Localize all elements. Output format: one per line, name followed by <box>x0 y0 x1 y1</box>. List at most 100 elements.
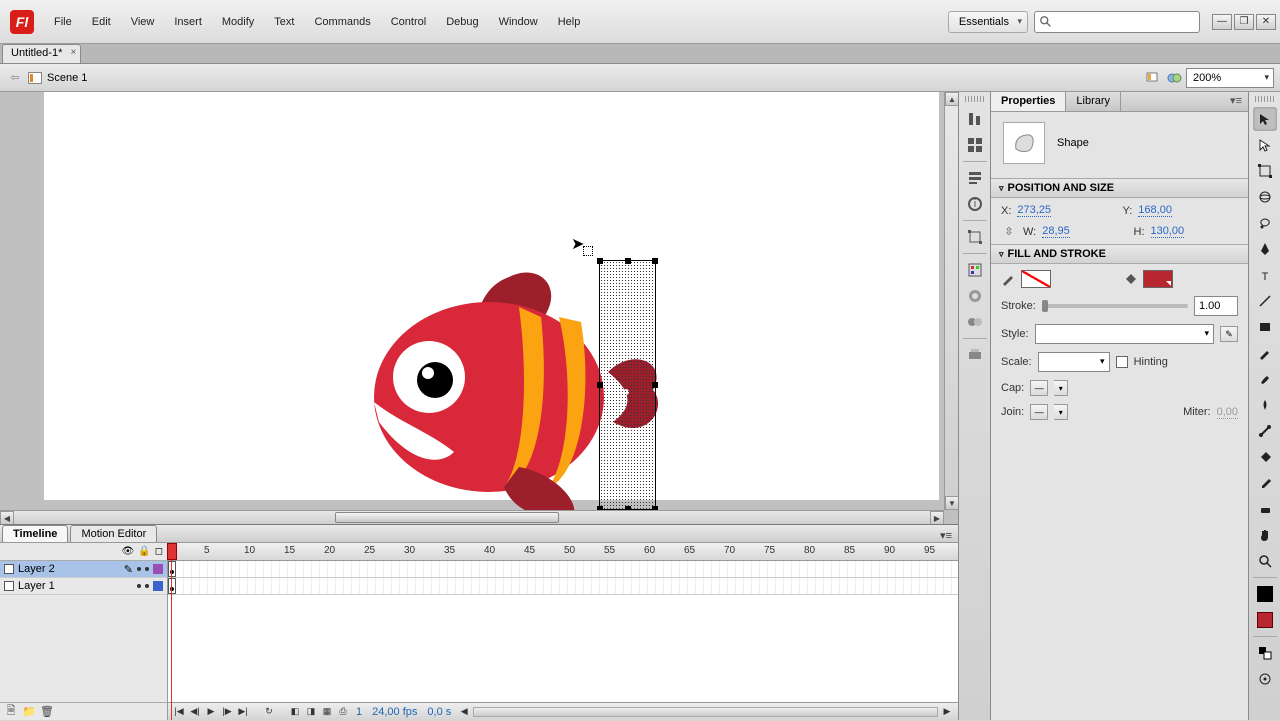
x-value[interactable]: 273,25 <box>1017 204 1051 217</box>
onion-edit-icon[interactable]: ⎙ <box>336 705 350 719</box>
tab-timeline[interactable]: Timeline <box>2 525 68 542</box>
horizontal-scrollbar[interactable]: ◀ ▶ <box>0 510 944 524</box>
join-menu[interactable]: ▾ <box>1054 404 1068 420</box>
eraser-tool-icon[interactable] <box>1253 497 1277 521</box>
lock-aspect-icon[interactable]: ⇳ <box>1001 225 1017 238</box>
scroll-left-icon[interactable]: ◀ <box>457 705 471 719</box>
resize-handle[interactable] <box>625 258 631 264</box>
edit-symbol-icon[interactable] <box>1164 67 1186 89</box>
brush-tool-icon[interactable] <box>1253 367 1277 391</box>
menu-text[interactable]: Text <box>264 6 304 38</box>
text-tool-icon[interactable]: T <box>1253 263 1277 287</box>
section-position-size[interactable]: POSITION AND SIZE <box>991 178 1248 198</box>
timeline-scrollbar[interactable] <box>473 707 938 717</box>
dock-grip[interactable] <box>965 96 985 102</box>
edit-style-icon[interactable]: ✎ <box>1220 326 1238 342</box>
zoom-select[interactable]: 200% <box>1186 68 1274 88</box>
stroke-value[interactable]: 1.00 <box>1194 296 1238 316</box>
panel-menu-icon[interactable]: ▾≡ <box>1224 92 1248 111</box>
align-panel-icon[interactable] <box>963 107 987 131</box>
fill-color-swatch[interactable] <box>1143 270 1173 288</box>
bone-tool-icon[interactable] <box>1253 419 1277 443</box>
selection-tool-icon[interactable] <box>1253 107 1277 131</box>
snap-icon[interactable] <box>1253 667 1277 691</box>
3d-rotation-tool-icon[interactable] <box>1253 185 1277 209</box>
hand-tool-icon[interactable] <box>1253 523 1277 547</box>
outline-header-icon[interactable]: ◻ <box>155 546 163 557</box>
hinting-checkbox[interactable] <box>1116 356 1128 368</box>
resize-handle[interactable] <box>652 382 658 388</box>
menu-view[interactable]: View <box>121 6 165 38</box>
vertical-scrollbar[interactable]: ▲ ▼ <box>944 92 958 510</box>
visibility-header-icon[interactable]: 👁 <box>122 546 135 557</box>
stroke-color-icon[interactable] <box>1253 582 1277 606</box>
layer-row[interactable]: Layer 1 <box>0 578 167 595</box>
onion-out-icon[interactable]: ◨ <box>304 705 318 719</box>
properties-panel-icon[interactable] <box>963 166 987 190</box>
frame-row[interactable] <box>168 578 958 595</box>
style-select[interactable] <box>1035 324 1214 344</box>
tab-library[interactable]: Library <box>1066 92 1121 111</box>
current-frame[interactable]: 1 <box>356 706 362 718</box>
cap-button[interactable]: — <box>1030 380 1048 396</box>
menu-commands[interactable]: Commands <box>304 6 380 38</box>
onion-mark-icon[interactable]: ▦ <box>320 705 334 719</box>
free-transform-tool-icon[interactable] <box>1253 159 1277 183</box>
zoom-tool-icon[interactable] <box>1253 549 1277 573</box>
stroke-slider[interactable] <box>1042 304 1188 308</box>
scene-back-icon[interactable]: ⇦ <box>6 69 24 87</box>
resize-handle[interactable] <box>597 382 603 388</box>
cap-menu[interactable]: ▾ <box>1054 380 1068 396</box>
resize-handle[interactable] <box>652 258 658 264</box>
layer-name[interactable]: Layer 1 <box>18 580 133 592</box>
step-fwd-icon[interactable]: |▶ <box>220 705 234 719</box>
w-value[interactable]: 28,95 <box>1042 225 1070 238</box>
playhead[interactable] <box>168 543 176 720</box>
y-value[interactable]: 168,00 <box>1138 204 1172 217</box>
frame-row[interactable] <box>168 561 958 578</box>
layer-name[interactable]: Layer 2 <box>18 563 120 575</box>
stage[interactable]: ➤ <box>44 92 939 500</box>
fill-color-icon[interactable] <box>1253 608 1277 632</box>
layer-color[interactable] <box>153 581 163 591</box>
menu-debug[interactable]: Debug <box>436 6 488 38</box>
edit-scene-icon[interactable] <box>1142 67 1164 89</box>
onion-icon[interactable]: ◧ <box>288 705 302 719</box>
menu-modify[interactable]: Modify <box>212 6 264 38</box>
eyedropper-tool-icon[interactable] <box>1253 471 1277 495</box>
tab-properties[interactable]: Properties <box>991 92 1066 111</box>
close-button[interactable]: ✕ <box>1256 14 1276 30</box>
close-tab-icon[interactable]: × <box>71 47 77 58</box>
paint-bucket-tool-icon[interactable] <box>1253 445 1277 469</box>
h-value[interactable]: 130,00 <box>1151 225 1185 238</box>
search-field[interactable] <box>1034 11 1200 33</box>
menu-control[interactable]: Control <box>381 6 436 38</box>
lock-dot[interactable] <box>145 584 149 588</box>
swatches-panel-icon[interactable] <box>963 258 987 282</box>
scroll-thumb[interactable] <box>335 512 559 523</box>
menu-file[interactable]: File <box>44 6 82 38</box>
new-layer-icon[interactable]: 🗎 <box>4 705 18 719</box>
fps-display[interactable]: 24,00 fps <box>372 706 417 718</box>
scroll-down-icon[interactable]: ▼ <box>945 496 958 510</box>
minimize-button[interactable]: — <box>1212 14 1232 30</box>
menu-help[interactable]: Help <box>548 6 591 38</box>
scroll-right-icon[interactable]: ▶ <box>930 511 944 524</box>
transform-panel-icon[interactable] <box>963 225 987 249</box>
section-fill-stroke[interactable]: FILL AND STROKE <box>991 244 1248 264</box>
goto-last-icon[interactable]: ▶| <box>236 705 250 719</box>
delete-layer-icon[interactable]: 🗑 <box>40 705 54 719</box>
menu-window[interactable]: Window <box>489 6 548 38</box>
artwork-fish[interactable] <box>369 262 629 522</box>
workspace-switcher[interactable]: Essentials <box>948 11 1028 33</box>
step-back-icon[interactable]: ◀| <box>188 705 202 719</box>
dock-grip[interactable] <box>1255 96 1275 102</box>
menu-edit[interactable]: Edit <box>82 6 121 38</box>
scale-select[interactable] <box>1038 352 1110 372</box>
resize-handle[interactable] <box>597 258 603 264</box>
components-panel-icon[interactable] <box>963 310 987 334</box>
stroke-color-swatch[interactable] <box>1021 270 1051 288</box>
layer-color[interactable] <box>153 564 163 574</box>
loop-icon[interactable]: ↻ <box>262 705 276 719</box>
selection-rectangle[interactable] <box>599 260 656 510</box>
